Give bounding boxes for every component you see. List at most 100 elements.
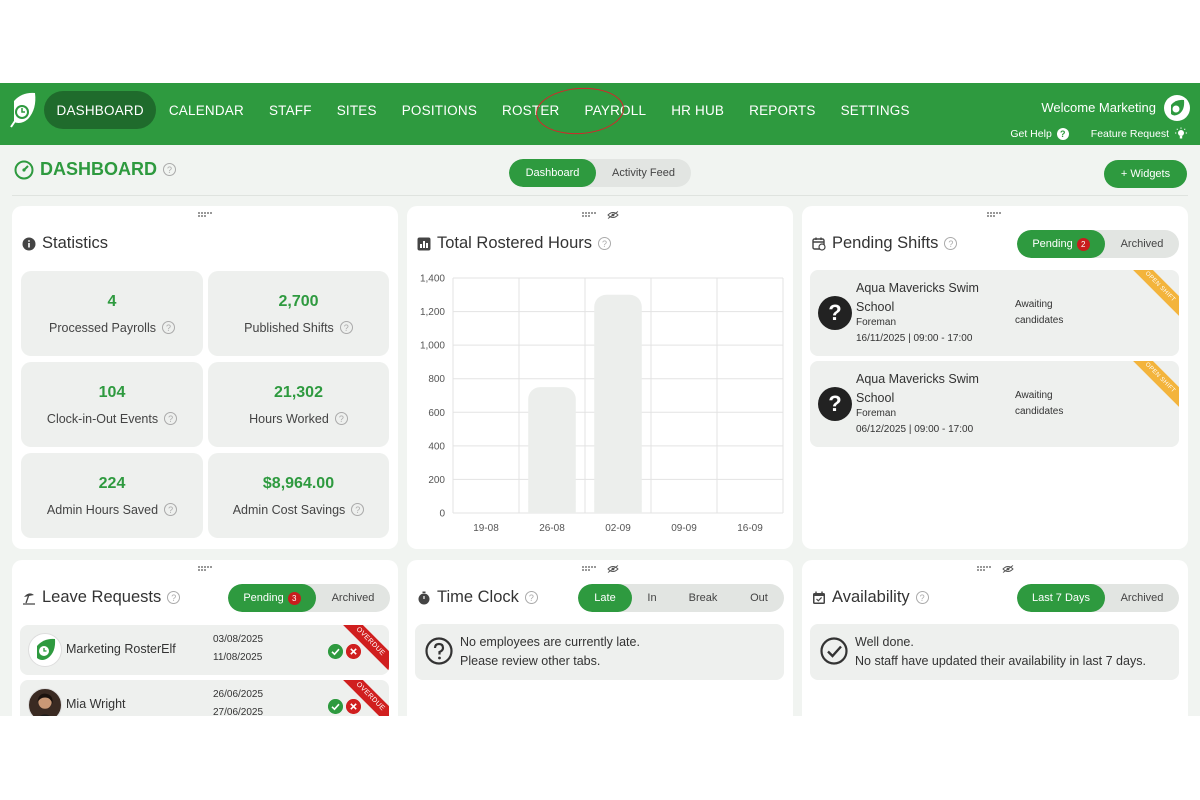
employee-name: Marketing RosterElf (66, 642, 176, 656)
time-clock-title-text: Time Clock (437, 588, 519, 606)
help-hint-icon[interactable]: ? (334, 412, 348, 425)
drag-handle-icon[interactable] (977, 566, 993, 571)
leave-to-date: 11/08/2025 (213, 652, 263, 663)
info-icon (22, 237, 36, 250)
tab-out[interactable]: Out (734, 584, 784, 612)
feature-request-link[interactable]: Feature Request (1091, 127, 1188, 141)
rosterelf-logo-icon[interactable] (8, 91, 38, 129)
avatar (28, 688, 62, 716)
shift-datetime: 06/12/2025 | 09:00 - 17:00 (856, 424, 974, 435)
leave-request-item[interactable]: Mia Wright 26/06/2025 27/06/2025 OVERDUE (20, 680, 389, 716)
pending-shifts-title-text: Pending Shifts (832, 234, 939, 252)
tab-archived[interactable]: Archived (1105, 230, 1179, 258)
help-hint-icon[interactable]: ? (164, 503, 178, 516)
tab-activity-feed[interactable]: Activity Feed (596, 159, 691, 187)
leave-requests-card: Leave Requests ? Pending 3 Archived Marke… (12, 560, 398, 716)
leave-requests-title: Leave Requests ? (22, 588, 181, 607)
hide-eye-icon[interactable] (607, 211, 619, 219)
chart-bar (594, 294, 642, 513)
stat-label: Processed Payrolls (49, 320, 156, 335)
tab-archived[interactable]: Archived (316, 584, 390, 612)
nav-calendar[interactable]: CALENDAR (156, 91, 256, 129)
nav-settings[interactable]: SETTINGS (828, 91, 922, 129)
unknown-user-icon: ? (818, 387, 852, 421)
leave-request-item[interactable]: Marketing RosterElf 03/08/2025 11/08/202… (20, 625, 389, 675)
nav-staff[interactable]: STAFF (256, 91, 324, 129)
approve-check-icon[interactable] (328, 699, 343, 714)
tab-dashboard[interactable]: Dashboard (509, 159, 596, 187)
nav-sites[interactable]: SITES (324, 91, 389, 129)
main-nav: DASHBOARD CALENDAR STAFF SITES POSITIONS… (44, 91, 922, 129)
drag-handle-icon[interactable] (987, 212, 1003, 217)
drag-handle-icon[interactable] (198, 566, 214, 571)
chart-bar-base (594, 501, 642, 513)
drag-handle-icon[interactable] (582, 566, 598, 571)
drag-handle-icon[interactable] (198, 212, 214, 217)
help-hint-icon[interactable]: ? (162, 321, 175, 334)
stat-label: Admin Cost Savings (232, 502, 346, 517)
stat-label: Published Shifts (244, 320, 334, 335)
add-widgets-button[interactable]: + Widgets (1104, 160, 1187, 188)
stat-label: Admin Hours Saved (46, 502, 159, 517)
hide-eye-icon[interactable] (607, 565, 619, 573)
tab-pending[interactable]: Pending 2 (1017, 230, 1105, 258)
stat-value: $8,964.00 (262, 474, 335, 492)
help-hint-icon[interactable]: ? (944, 237, 958, 250)
pending-count-badge: 2 (1076, 237, 1090, 251)
tab-last-7-days[interactable]: Last 7 Days (1017, 584, 1105, 612)
page-title-text: DASHBOARD (40, 159, 157, 179)
stat-admin-hours-saved: 224 Admin Hours Saved? (21, 453, 203, 538)
get-help-link[interactable]: Get Help? (1010, 128, 1069, 140)
help-hint-icon[interactable]: ? (915, 591, 929, 604)
tab-pending[interactable]: Pending 3 (228, 584, 316, 612)
top-nav-bar: DASHBOARD CALENDAR STAFF SITES POSITIONS… (0, 83, 1200, 145)
leave-from-date: 03/08/2025 (213, 634, 264, 645)
tab-pending-label: Pending (1032, 238, 1073, 250)
nav-dashboard[interactable]: DASHBOARD (44, 91, 157, 129)
reject-x-icon[interactable] (346, 644, 361, 659)
tab-archived[interactable]: Archived (1105, 584, 1179, 612)
help-hint-icon[interactable]: ? (598, 237, 611, 250)
help-hint-icon[interactable]: ? (524, 591, 538, 604)
speedometer-icon (14, 160, 34, 179)
nav-positions[interactable]: POSITIONS (389, 91, 489, 129)
availability-message: Well done. No staff have updated their a… (810, 624, 1179, 680)
open-shift-ribbon: OPEN SHIFT (1128, 361, 1179, 410)
approve-check-icon[interactable] (328, 644, 343, 659)
help-hint-icon[interactable]: ? (167, 591, 181, 604)
check-circle-icon (820, 637, 848, 665)
y-tick-label: 1,400 (420, 274, 445, 285)
shift-item[interactable]: ? Aqua Mavericks Swim School Foreman 06/… (810, 361, 1179, 447)
help-hint-icon[interactable]: ? (163, 163, 176, 176)
stat-hours-worked: 21,302 Hours Worked? (208, 362, 389, 447)
help-hint-icon[interactable]: ? (351, 503, 365, 516)
nav-roster[interactable]: ROSTER (490, 91, 572, 129)
rostered-hours-chart: 0 200 400 600 800 1,000 1,200 1,400 19-08 26-08 02… (420, 274, 784, 534)
stat-value: 21,302 (274, 383, 323, 401)
user-avatar-icon[interactable] (1164, 95, 1190, 121)
hide-eye-icon[interactable] (1002, 565, 1014, 573)
tab-break[interactable]: Break (672, 584, 734, 612)
feature-request-label: Feature Request (1090, 128, 1169, 140)
nav-reports[interactable]: REPORTS (737, 91, 828, 129)
help-hint-icon[interactable]: ? (339, 321, 353, 334)
nav-hr-hub[interactable]: HR HUB (659, 91, 737, 129)
drag-handle-icon[interactable] (582, 212, 598, 217)
leave-from-date: 26/06/2025 (213, 689, 264, 700)
tab-in[interactable]: In (632, 584, 672, 612)
employee-name: Mia Wright (66, 697, 126, 711)
reject-x-icon[interactable] (346, 699, 361, 714)
tab-late[interactable]: Late (578, 584, 632, 612)
time-clock-tabs: Late In Break Out (578, 584, 784, 612)
help-hint-icon[interactable]: ? (164, 412, 178, 425)
nav-payroll[interactable]: PAYROLL (572, 91, 659, 129)
time-clock-title: Time Clock ? (417, 588, 538, 607)
avatar (28, 633, 62, 667)
stat-label: Clock-in-Out Events (46, 411, 159, 426)
shift-status: Awaiting candidates (1015, 390, 1064, 417)
shift-item[interactable]: ? Aqua Mavericks Swim School Foreman 16/… (810, 270, 1179, 356)
x-tick-label: 09-09 (671, 523, 697, 534)
time-clock-card: Time Clock ? Late In Break Out No employ… (407, 560, 793, 716)
header-divider (12, 195, 1188, 196)
beach-umbrella-icon (23, 592, 35, 605)
